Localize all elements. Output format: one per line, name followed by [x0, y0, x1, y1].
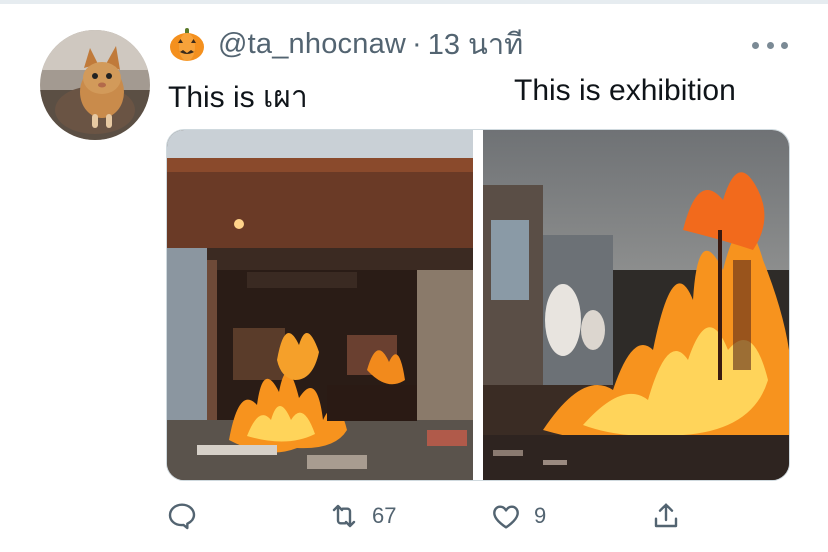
retweet-button[interactable]: 67 — [328, 496, 396, 536]
like-button[interactable]: 9 — [490, 496, 546, 536]
more-dots-icon[interactable] — [752, 38, 788, 52]
tweet-actions: 67 9 — [0, 496, 828, 536]
separator: · — [412, 27, 422, 60]
fire-station-image — [167, 130, 473, 480]
tweet-header: @ta_nhocnaw · 13 นาที — [168, 24, 523, 64]
retweet-count: 67 — [372, 503, 397, 528]
tweet-text-left: This is เผา — [168, 81, 308, 114]
reply-button[interactable] — [166, 496, 198, 536]
top-divider — [0, 0, 828, 4]
media-grid — [166, 129, 790, 481]
media-gap — [473, 130, 483, 480]
reply-icon — [168, 503, 196, 530]
photo-left[interactable] — [167, 130, 473, 480]
photo-right[interactable] — [483, 130, 789, 480]
timestamp[interactable]: 13 นาที — [428, 21, 524, 67]
tweet-text-right: This is exhibition — [514, 74, 736, 107]
share-button[interactable] — [650, 496, 682, 536]
avatar[interactable] — [40, 30, 150, 140]
user-handle[interactable]: @ta_nhocnaw — [218, 28, 406, 61]
like-count: 9 — [534, 503, 547, 528]
bonfire-image — [483, 130, 789, 480]
share-icon — [654, 503, 678, 528]
heart-icon — [493, 505, 519, 529]
retweet-icon — [332, 504, 356, 528]
cat-avatar-icon — [40, 30, 150, 140]
pumpkin-icon — [170, 28, 204, 61]
